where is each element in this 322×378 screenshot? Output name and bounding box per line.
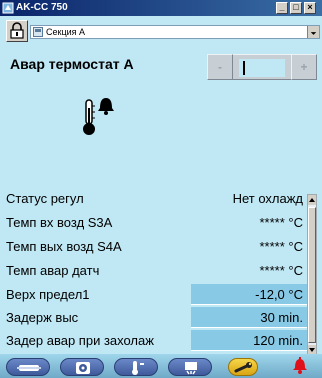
- alarm-bell-icon[interactable]: [292, 356, 308, 374]
- section-dropdown[interactable]: Секция А: [30, 25, 320, 39]
- defrost-icon: [185, 362, 197, 375]
- param-value: ***** °C: [259, 239, 304, 254]
- lock-button[interactable]: [6, 20, 28, 42]
- parameter-scrollbar[interactable]: [307, 194, 317, 356]
- fan-view-button[interactable]: [60, 358, 104, 376]
- param-row-outlet-air-temp: Темп вых возд S4A ***** °C: [6, 236, 307, 258]
- alarm-thermostat-icon: [83, 98, 114, 135]
- nav-display: [233, 54, 291, 80]
- app-body: Секция А Авар термостат А - + Статус рег…: [0, 16, 322, 378]
- value-navigator: - +: [207, 54, 317, 80]
- text-cursor: [243, 61, 245, 75]
- scroll-up-button[interactable]: [308, 195, 316, 205]
- close-button[interactable]: ×: [304, 2, 316, 14]
- nav-input-field[interactable]: [239, 59, 285, 77]
- wrench-icon: [234, 362, 252, 373]
- parameter-list: Статус регул Нет охлажд Темп вх возд S3A…: [6, 188, 307, 358]
- param-value-field[interactable]: -12,0 °C: [191, 284, 307, 305]
- param-value: 120 min.: [253, 333, 303, 348]
- param-value: Нет охлажд: [232, 191, 303, 206]
- service-button[interactable]: [228, 358, 258, 376]
- window-titlebar: AK-CC 750 _ □ ×: [0, 0, 322, 16]
- lock-icon: [10, 22, 24, 39]
- param-value: ***** °C: [259, 215, 304, 230]
- param-row-status: Статус регул Нет охлажд: [6, 188, 307, 210]
- minimize-button[interactable]: _: [276, 2, 288, 14]
- param-value-field[interactable]: 120 min.: [191, 330, 307, 351]
- param-value-field[interactable]: 30 min.: [191, 307, 307, 328]
- thermostat-icon: [132, 361, 144, 375]
- param-label: Темп авар датч: [6, 263, 100, 278]
- param-label: Темп вх возд S3A: [6, 215, 113, 230]
- scroll-thumb[interactable]: [308, 207, 316, 343]
- chevron-down-icon: [310, 32, 317, 35]
- case-view-button[interactable]: [6, 358, 50, 376]
- app-icon: [2, 2, 14, 14]
- window-title: AK-CC 750: [16, 2, 68, 13]
- case-icon: [17, 365, 41, 371]
- param-row-high-delay[interactable]: Задерж выс 30 min.: [6, 307, 307, 329]
- param-row-upper-limit[interactable]: Верх предел1 -12,0 °C: [6, 284, 307, 306]
- maximize-button[interactable]: □: [290, 2, 302, 14]
- section-dropdown-value: Секция А: [46, 27, 86, 37]
- page-title: Авар термостат А: [10, 56, 134, 72]
- param-row-alarm-sensor-temp: Темп авар датч ***** °C: [6, 260, 307, 282]
- param-label: Темп вых возд S4A: [6, 239, 122, 254]
- dropdown-arrow-button[interactable]: [307, 26, 319, 38]
- param-value: ***** °C: [259, 263, 304, 278]
- param-row-inlet-air-temp: Темп вх возд S3A ***** °C: [6, 212, 307, 234]
- defrost-view-button[interactable]: [168, 358, 212, 376]
- fan-icon: [76, 362, 90, 374]
- next-button[interactable]: +: [291, 54, 317, 80]
- param-label: Статус регул: [6, 191, 84, 206]
- previous-button[interactable]: -: [207, 54, 233, 80]
- param-label: Задер авар при захолаж: [6, 333, 154, 348]
- param-value: 30 min.: [260, 310, 303, 325]
- param-label: Верх предел1: [6, 287, 90, 302]
- param-label: Задерж выс: [6, 310, 79, 325]
- param-value: -12,0 °C: [255, 287, 303, 302]
- thermostat-view-button[interactable]: [114, 358, 158, 376]
- param-row-pulldown-alarm-delay[interactable]: Задер авар при захолаж 120 min.: [6, 330, 307, 352]
- section-icon: [33, 27, 43, 37]
- arrow-up-icon: [309, 198, 315, 202]
- bottom-toolbar: [0, 354, 322, 378]
